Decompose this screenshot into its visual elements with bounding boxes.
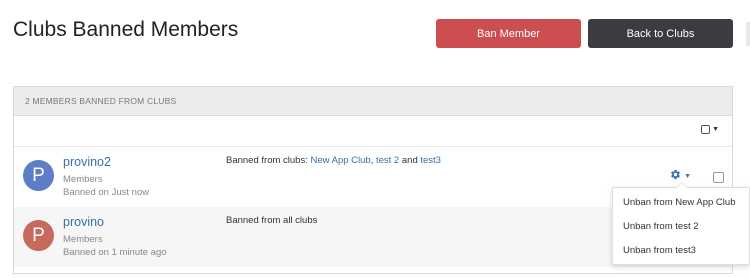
club-link-new-app-club[interactable]: New App Club [311,155,371,166]
edge-strip [746,22,750,46]
member-group: Members [63,234,103,245]
select-all-checkbox[interactable] [701,125,711,134]
club-link-test3[interactable]: test3 [420,155,441,166]
select-all-dropdown[interactable]: ▼ [701,125,719,134]
avatar[interactable]: P [23,220,54,251]
caret-down-icon: ▼ [712,126,719,133]
panel-toolbar: ▼ [14,116,732,147]
menu-item-unban-test3[interactable]: Unban from test3 [613,238,749,262]
ban-prefix: Banned from clubs: [226,155,311,166]
menu-item-unban-test-2[interactable]: Unban from test 2 [613,214,749,238]
club-link-test-2[interactable]: test 2 [376,155,399,166]
member-name-link[interactable]: provino2 [63,155,111,169]
row-checkbox[interactable] [713,172,724,183]
ban-info: Banned from clubs: New App Club, test 2 … [226,155,441,166]
menu-item-unban-new-app-club[interactable]: Unban from New App Club [613,190,749,214]
avatar[interactable]: P [23,160,54,191]
panel-header: 2 MEMBERS BANNED FROM CLUBS [14,87,732,116]
back-to-clubs-button[interactable]: Back to Clubs [588,19,733,48]
page-title: Clubs Banned Members [13,18,239,41]
and-text: and [399,155,421,166]
caret-down-icon: ▼ [684,172,691,180]
banned-date: Banned on 1 minute ago [63,247,167,258]
ban-info: Banned from all clubs [226,215,318,226]
ban-member-button[interactable]: Ban Member [436,19,581,48]
banned-date: Banned on Just now [63,187,150,198]
member-name-link[interactable]: provino [63,215,104,229]
unban-dropdown-menu: Unban from New App Club Unban from test … [612,182,750,265]
member-group: Members [63,174,103,185]
